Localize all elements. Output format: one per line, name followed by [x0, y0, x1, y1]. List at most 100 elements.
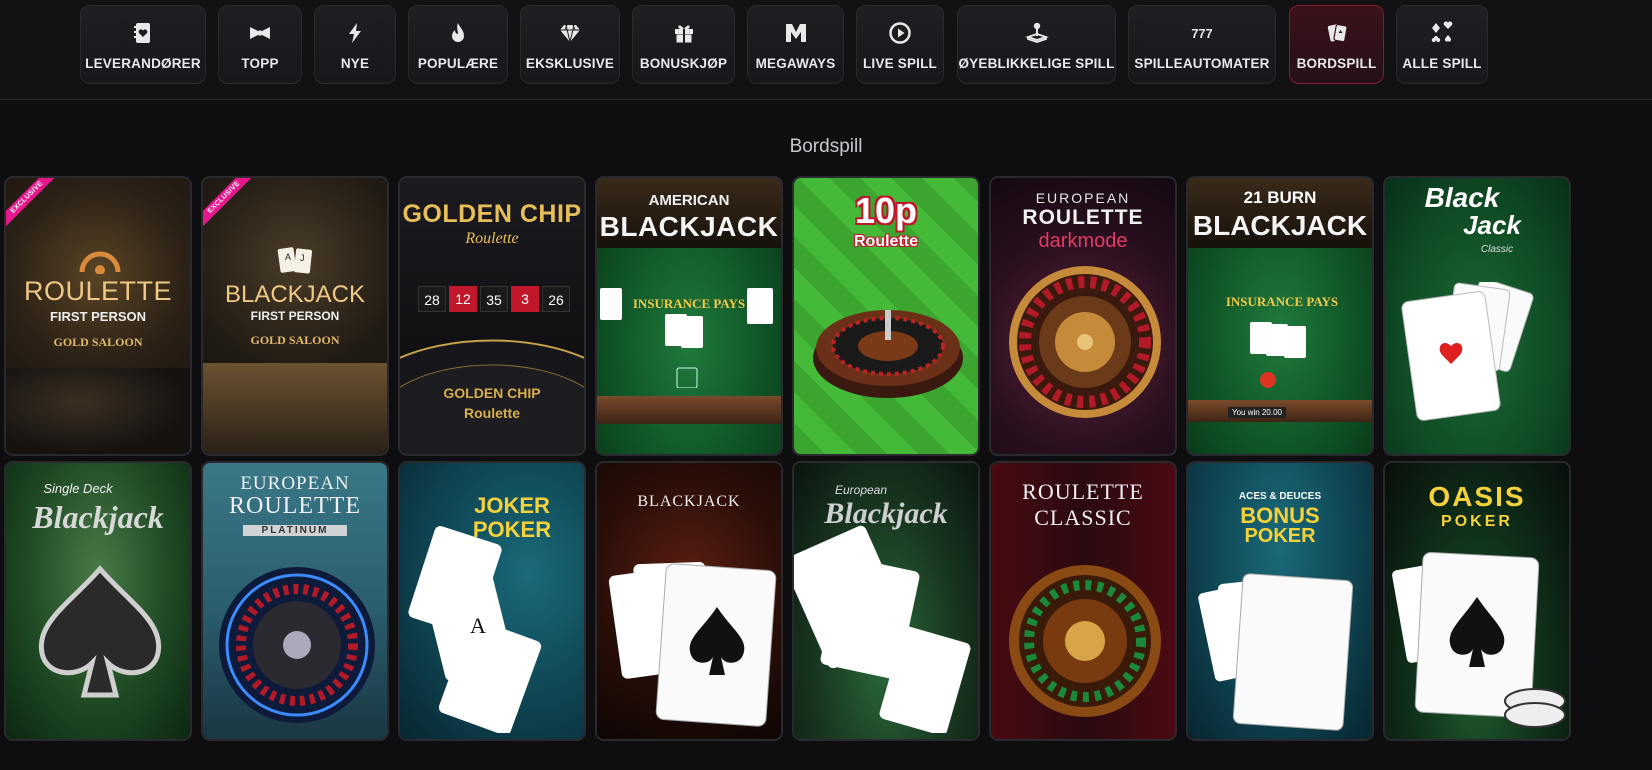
game-subtitle-2: GOLD SALOON: [53, 335, 143, 349]
tab-label: SPILLEAUTOMATER: [1134, 55, 1270, 71]
section-title: Bordspill: [789, 136, 863, 157]
game-subtitle: ROULETTE: [1022, 206, 1144, 229]
game-card-single-deck-blackjack[interactable]: Single Deck Blackjack: [4, 461, 192, 741]
game-title: GOLDEN CHIP: [402, 200, 582, 228]
tab-live-games[interactable]: LIVE SPILL: [856, 5, 944, 84]
tab-label: LIVE SPILL: [862, 55, 937, 71]
roulette-wheel-art: [219, 567, 375, 723]
playing-cards-icon: [1325, 19, 1349, 47]
wheel-number-strip: 28 12 35 3 26: [400, 286, 584, 316]
tab-slots[interactable]: 777 SPILLEAUTOMATER: [1128, 5, 1276, 84]
game-card-aces-deuces-bonus-poker[interactable]: ACES & DEUCES BONUS POKER: [1186, 461, 1374, 741]
svg-text:A: A: [470, 613, 486, 638]
game-title: ROULETTE: [23, 276, 173, 306]
playing-cards-art: [1198, 573, 1354, 731]
lightning-icon: [343, 19, 367, 47]
roulette-wheel-art: [1009, 565, 1161, 717]
svg-text:A: A: [285, 252, 291, 262]
game-subtitle: FIRST PERSON: [49, 309, 147, 324]
tab-label: BORDSPILL: [1296, 55, 1377, 71]
playing-cards-art: [608, 561, 777, 727]
svg-text:J: J: [300, 253, 305, 263]
tab-label: NYE: [340, 55, 370, 71]
cards-logo-icon: AJ: [277, 247, 313, 274]
game-title: European: [834, 483, 888, 497]
tab-top[interactable]: TOPP: [218, 5, 302, 84]
game-title: OASIS: [1428, 481, 1526, 512]
game-subtitle: Roulette: [854, 233, 918, 250]
tab-new[interactable]: NYE: [314, 5, 396, 84]
game-card-american-blackjack[interactable]: AMERICAN BLACKJACK INSURANCE PAYS: [595, 176, 783, 456]
svg-text:INSURANCE PAYS: INSURANCE PAYS: [1226, 294, 1338, 309]
game-subtitle: POKER: [1441, 513, 1513, 530]
roulette-wheel-art: [813, 310, 963, 398]
game-subtitle: Jack: [1463, 210, 1521, 240]
game-card-european-roulette-darkmode[interactable]: EUROPEAN ROULETTE darkmode: [989, 176, 1177, 456]
game-card-10p-roulette[interactable]: 10p Roulette: [792, 176, 980, 456]
tab-all-games[interactable]: ALLE SPILL: [1396, 5, 1488, 84]
playing-cards-art: [1401, 282, 1534, 421]
game-title: EUROPEAN: [1035, 190, 1131, 206]
tab-popular[interactable]: POPULÆRE: [408, 5, 508, 84]
flame-icon: [446, 19, 470, 47]
game-card-european-blackjack[interactable]: European Blackjack: [792, 461, 980, 741]
category-nav: LEVERANDØRER TOPP NYE POPULÆRE EKSKLUSIV…: [0, 0, 1652, 100]
game-card-oasis-poker[interactable]: OASIS POKER: [1383, 461, 1571, 741]
tab-exclusive[interactable]: EKSKLUSIVE: [520, 5, 620, 84]
tab-label: POPULÆRE: [417, 55, 499, 71]
game-card-21-burn-blackjack[interactable]: 21 BURN BLACKJACK INSURANCE PAYS You win…: [1186, 176, 1374, 456]
game-title: ACES & DEUCES: [1238, 491, 1322, 502]
game-subtitle: CLASSIC: [1034, 505, 1132, 530]
tab-bonus-buy[interactable]: BONUSKJØP: [632, 5, 735, 84]
spade-icon: [38, 565, 162, 698]
game-card-golden-chip-roulette[interactable]: GOLDEN CHIP Roulette 28 12 35 3 26 GOLDE…: [398, 176, 586, 456]
game-card-joker-poker[interactable]: JOKER POKER A: [398, 461, 586, 741]
game-card-roulette-first-person[interactable]: EXCLUSIVE ROULETTE FIRST PERSON GOLD SAL…: [4, 176, 192, 456]
game-title: BLACKJACK: [637, 493, 741, 510]
wheel-number: 35: [480, 286, 508, 312]
game-title: EUROPEAN: [240, 473, 350, 494]
game-title: Single Deck: [43, 481, 113, 496]
tab-megaways[interactable]: MEGAWAYS: [747, 5, 844, 84]
game-subtitle: BLACKJACK: [1192, 210, 1368, 241]
tab-providers[interactable]: LEVERANDØRER: [80, 5, 206, 84]
tab-table-games[interactable]: BORDSPILL: [1289, 5, 1384, 84]
play-circle-icon: [888, 19, 912, 47]
game-subtitle: ROULETTE: [229, 493, 361, 519]
roulette-wheel-art: [1009, 266, 1161, 418]
game-card-european-roulette-platinum[interactable]: EUROPEAN ROULETTE PLATINUM: [201, 461, 389, 741]
game-title: 10p: [854, 190, 918, 231]
game-title: ROULETTE: [1022, 479, 1144, 504]
svg-text:777: 777: [1191, 25, 1212, 40]
playing-cards-art: INSURANCE PAYS: [1226, 294, 1338, 388]
megaways-m-icon: [784, 19, 808, 47]
game-title: AMERICAN: [648, 192, 730, 209]
slot-777-icon: 777: [1190, 19, 1214, 47]
game-subtitle: BLACKJACK: [599, 211, 779, 242]
roulette-logo-icon: [79, 251, 121, 274]
wheel-number: 28: [418, 286, 446, 312]
gift-icon: [672, 19, 696, 47]
tab-label: EKSKLUSIVE: [525, 55, 615, 71]
tab-label: BONUSKJØP: [639, 55, 728, 71]
playing-cards-art: [600, 288, 773, 388]
game-title: BLACKJACK: [224, 281, 366, 308]
tab-label: MEGAWAYS: [755, 55, 836, 71]
diamond-icon: [558, 19, 582, 47]
game-subtitle-2: PLATINUM: [243, 525, 347, 536]
game-card-roulette-classic[interactable]: ROULETTE CLASSIC: [989, 461, 1177, 741]
bow-tie-icon: [248, 19, 272, 47]
playing-cards-art: A: [408, 526, 542, 733]
playing-cards-art: [794, 525, 971, 733]
game-subtitle-2: GOLD SALOON: [250, 333, 340, 347]
joystick-icon: [1024, 19, 1049, 47]
tab-instant-games[interactable]: ØYEBLIKKELIGE SPILL: [957, 5, 1116, 84]
game-title: JOKER: [474, 493, 550, 518]
game-subtitle: Blackjack: [32, 499, 164, 535]
game-card-blackjack-classic[interactable]: Black Jack Classic: [1383, 176, 1571, 456]
game-card-blackjack[interactable]: BLACKJACK: [595, 461, 783, 741]
game-title: 21 BURN: [1243, 188, 1317, 207]
game-subtitle-2: Classic: [1480, 244, 1514, 255]
tab-label: ØYEBLIKKELIGE SPILL: [958, 55, 1115, 71]
game-card-blackjack-first-person[interactable]: EXCLUSIVE AJ BLACKJACK FIRST PERSON GOLD…: [201, 176, 389, 456]
